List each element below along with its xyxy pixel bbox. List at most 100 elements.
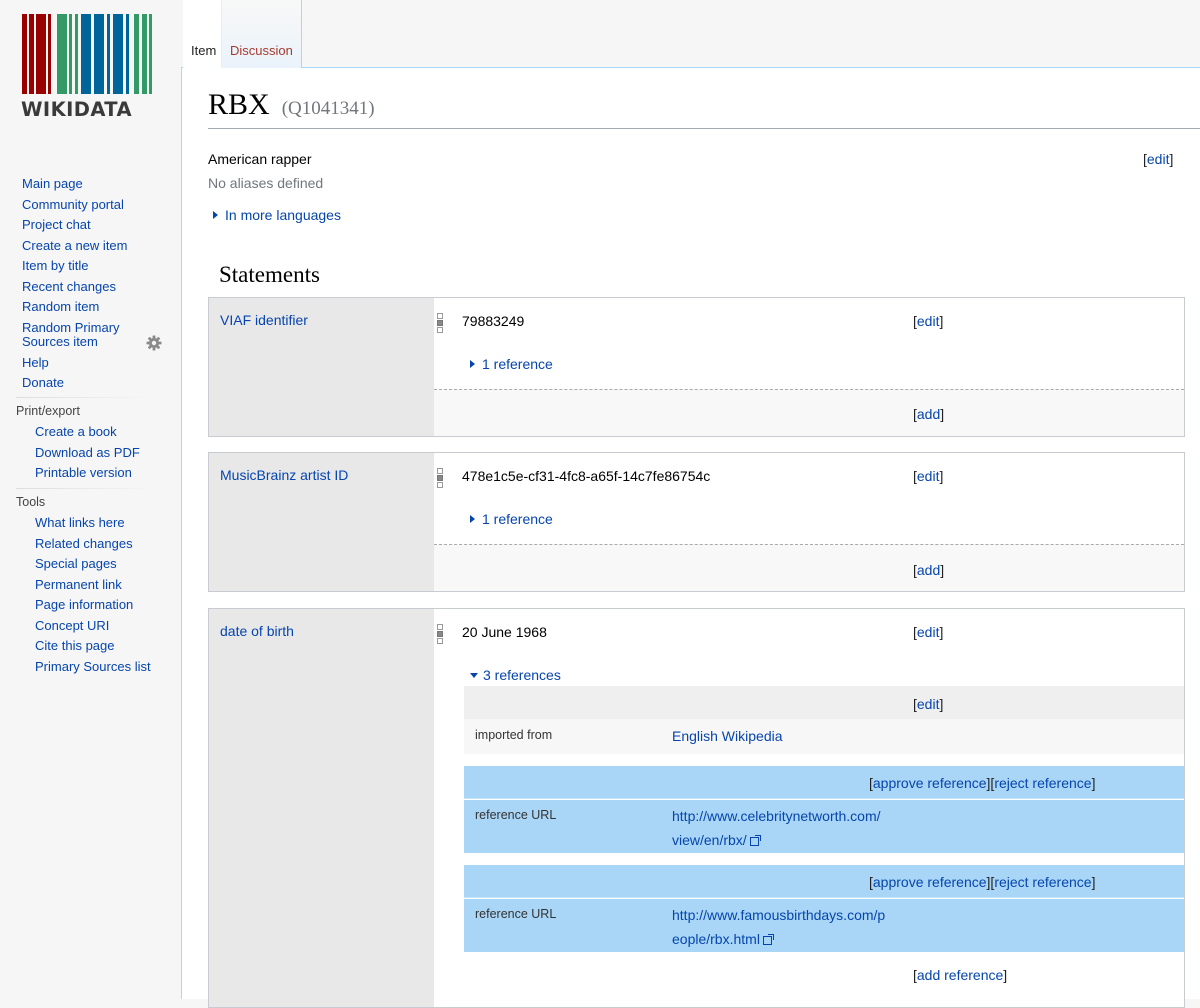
logo-bar [107, 14, 110, 94]
sidebar-tools: What links here Related changes Special … [35, 513, 195, 677]
logo-bar [126, 14, 129, 94]
logo-bar [22, 14, 27, 94]
sidebar-item-permanent-link[interactable]: Permanent link [35, 575, 195, 596]
reference-toolbar [464, 686, 1184, 719]
sidebar-navigation: Main page Community portal Project chat … [22, 174, 182, 394]
sidebar-item-download-pdf[interactable]: Download as PDF [35, 443, 195, 464]
sidebar-item-community-portal[interactable]: Community portal [22, 195, 182, 216]
item-aliases: No aliases defined [208, 175, 324, 191]
sidebar-item-donate[interactable]: Donate [22, 373, 182, 394]
sidebar-item-page-information[interactable]: Page information [35, 595, 195, 616]
sidebar-item-help[interactable]: Help [22, 353, 182, 374]
statement-group-viaf: VIAF identifier [208, 297, 1185, 437]
logo-bar [75, 14, 78, 94]
sidebar-item-related-changes[interactable]: Related changes [35, 534, 195, 555]
tab-discussion[interactable]: Discussion [221, 0, 302, 68]
sidebar-item-special-pages[interactable]: Special pages [35, 554, 195, 575]
reference-url-line[interactable]: eople/rbx.html [672, 931, 760, 947]
item-label: RBX [208, 88, 270, 121]
logo-bar [36, 14, 46, 94]
add-link[interactable]: add [917, 406, 940, 422]
edit-link[interactable]: edit [917, 313, 940, 329]
statement-edit-button[interactable]: [edit] [913, 313, 943, 329]
sidebar-item-create-book[interactable]: Create a book [35, 422, 195, 443]
reference-property[interactable]: reference URL [475, 907, 556, 921]
edit-link[interactable]: edit [917, 696, 940, 712]
wikidata-logo[interactable]: WIKIDATA [21, 14, 152, 121]
sidebar-item-recent-changes[interactable]: Recent changes [22, 277, 182, 298]
references-toggle[interactable]: 1 reference [470, 356, 553, 372]
reference-url[interactable]: http://www.famousbirthdays.com/p eople/r… [672, 903, 885, 951]
reference-url-line[interactable]: view/en/rbx/ [672, 832, 747, 848]
collapse-triangle-icon [470, 673, 478, 678]
sidebar-item-concept-uri[interactable]: Concept URI [35, 616, 195, 637]
sidebar-item-random-item[interactable]: Random item [22, 297, 182, 318]
statement-add-row [434, 389, 1184, 436]
reference-url-line[interactable]: http://www.famousbirthdays.com/p [672, 903, 885, 927]
reference-url-line[interactable]: http://www.celebritynetworth.com/ [672, 804, 881, 828]
logo-bar [142, 14, 147, 94]
sidebar-item-printable-version[interactable]: Printable version [35, 463, 195, 484]
edit-link[interactable]: edit [917, 624, 940, 640]
reference-review-actions: [approve reference][reject reference] [869, 775, 1096, 791]
statement-property: MusicBrainz artist ID [209, 453, 434, 591]
more-languages-link[interactable]: In more languages [225, 207, 341, 223]
reference-property[interactable]: imported from [475, 728, 552, 742]
more-languages-toggle[interactable]: In more languages [213, 207, 341, 223]
reject-reference-button[interactable]: reject reference [994, 874, 1091, 890]
sidebar-item-random-primary-sources[interactable]: Random Primary Sources item [22, 320, 127, 349]
logo-bar [149, 14, 152, 94]
portal-title-tools: Tools [16, 495, 46, 509]
portal-separator [16, 488, 156, 489]
gear-icon[interactable] [146, 335, 162, 351]
sidebar: WIKIDATA Main page Community portal Proj… [0, 0, 181, 999]
sidebar-item-project-chat[interactable]: Project chat [22, 215, 182, 236]
statement-edit-button[interactable]: [edit] [913, 624, 943, 640]
rank-selector-icon[interactable] [437, 313, 444, 335]
reference-body: reference URL http://www.famousbirthdays… [464, 899, 1184, 952]
reference-body: reference URL http://www.celebritynetwor… [464, 800, 1184, 853]
reference-value[interactable]: English Wikipedia [672, 724, 783, 748]
reference-block: imported from English Wikipedia [464, 686, 1184, 754]
reject-reference-button[interactable]: reject reference [994, 775, 1091, 791]
tab-item[interactable]: Item [183, 0, 225, 69]
property-link[interactable]: date of birth [220, 623, 294, 639]
logo-bar [113, 14, 123, 94]
logo-bar [134, 14, 139, 94]
reference-property[interactable]: reference URL [475, 808, 556, 822]
sidebar-item-primary-sources-list[interactable]: Primary Sources list [35, 657, 195, 678]
sidebar-item-create-new-item[interactable]: Create a new item [22, 236, 182, 257]
add-link[interactable]: add [917, 562, 940, 578]
item-description: American rapper [208, 151, 312, 167]
sidebar-print-export: Create a book Download as PDF Printable … [35, 422, 195, 484]
sidebar-item-what-links-here[interactable]: What links here [35, 513, 195, 534]
logo-bar [81, 14, 91, 94]
add-reference-link[interactable]: add reference [917, 967, 1003, 983]
logo-bar [94, 14, 104, 94]
property-link[interactable]: VIAF identifier [220, 312, 308, 328]
sidebar-item-cite-page[interactable]: Cite this page [35, 636, 195, 657]
statement-edit-button[interactable]: [edit] [913, 468, 943, 484]
approve-reference-button[interactable]: approve reference [873, 775, 987, 791]
property-link[interactable]: MusicBrainz artist ID [220, 467, 348, 483]
statement-value: 20 June 1968 [462, 624, 547, 640]
edit-link[interactable]: edit [1147, 151, 1170, 167]
edit-link[interactable]: edit [917, 468, 940, 484]
item-edit-button[interactable]: [edit] [1143, 151, 1173, 167]
references-toggle[interactable]: 3 references [470, 667, 561, 683]
references-count: 3 references [483, 667, 561, 683]
statement-add-button[interactable]: [add] [913, 562, 944, 578]
approve-reference-button[interactable]: approve reference [873, 874, 987, 890]
rank-selector-icon[interactable] [437, 624, 444, 646]
references-toggle[interactable]: 1 reference [470, 511, 553, 527]
logo-bar [57, 14, 67, 94]
sidebar-item-main-page[interactable]: Main page [22, 174, 182, 195]
add-reference-button[interactable]: [add reference] [913, 967, 1007, 983]
logo-bar [29, 14, 34, 94]
references-count: 1 reference [482, 356, 553, 372]
statement-add-button[interactable]: [add] [913, 406, 944, 422]
reference-edit-button[interactable]: [edit] [913, 696, 943, 712]
sidebar-item-item-by-title[interactable]: Item by title [22, 256, 182, 277]
reference-url[interactable]: http://www.celebritynetworth.com/ view/e… [672, 804, 881, 852]
rank-selector-icon[interactable] [437, 468, 444, 490]
